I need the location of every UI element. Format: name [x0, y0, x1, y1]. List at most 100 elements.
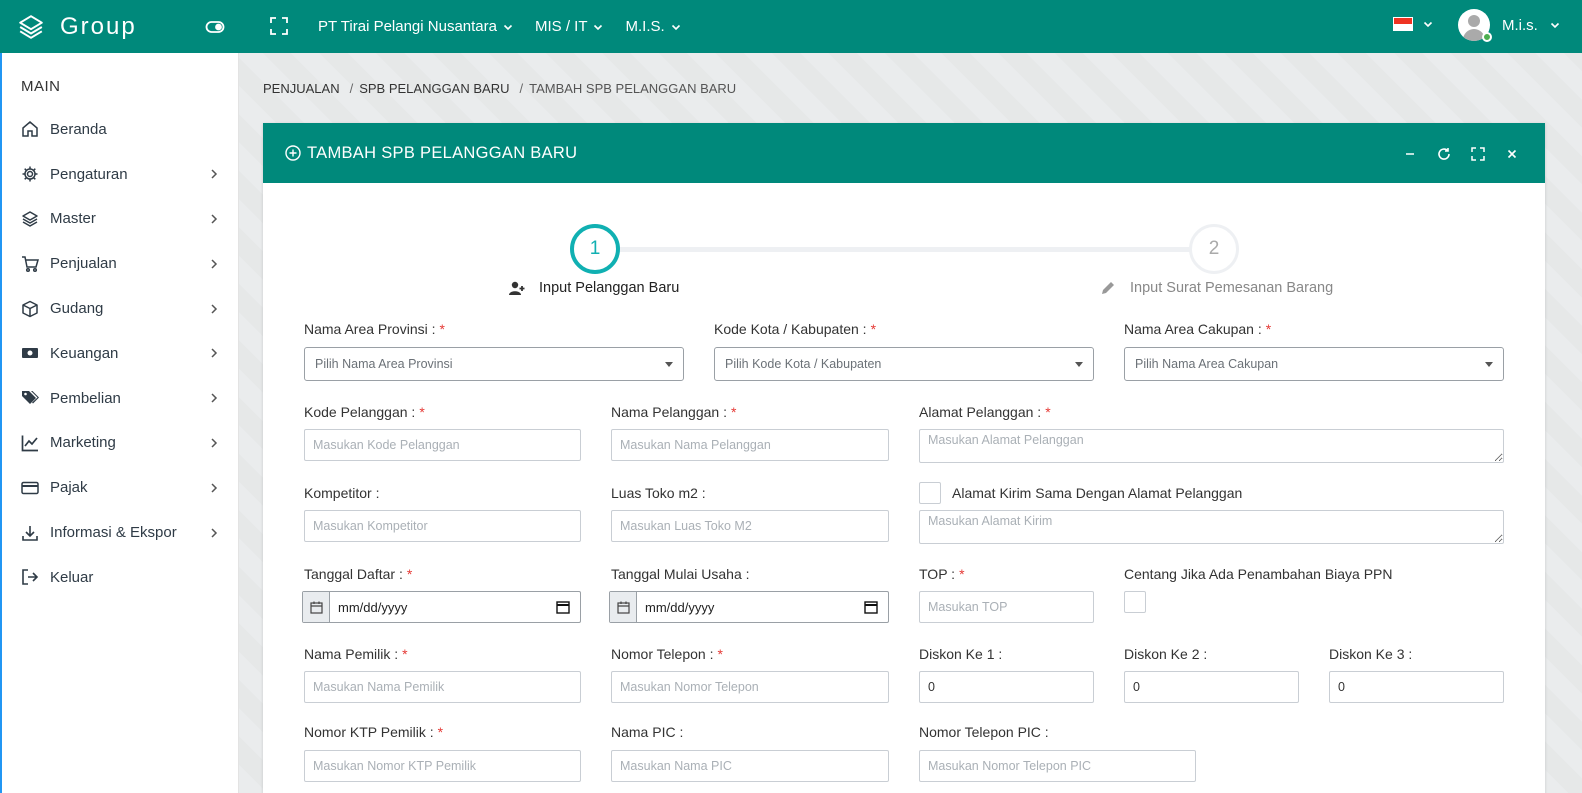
- alamat-kirim-sama-checkbox[interactable]: [919, 482, 941, 504]
- sidebar-item-keluar[interactable]: Keluar: [2, 555, 238, 600]
- division-label: M.I.S.: [625, 18, 665, 35]
- company-dropdown[interactable]: PT Tirai Pelangi Nusantara: [318, 18, 513, 35]
- provinsi-select[interactable]: Pilih Nama Area Provinsi: [304, 347, 684, 381]
- box-icon: [22, 300, 38, 317]
- nomor-telepon-input[interactable]: [611, 671, 889, 703]
- sidebar-item-informasi-ekspor[interactable]: Informasi & Ekspor: [2, 510, 238, 555]
- brand[interactable]: Group: [0, 13, 200, 41]
- wizard-step-2[interactable]: 2: [1189, 224, 1239, 274]
- form-card: TAMBAH SPB PELANGGAN BARU 1 2 Input Pela…: [263, 123, 1545, 793]
- top-input[interactable]: [919, 591, 1094, 623]
- main-content: PENJUALAN / SPB PELANGGAN BARU / TAMBAH …: [239, 53, 1582, 793]
- kode-pelanggan-input[interactable]: [304, 429, 581, 461]
- tags-icon: [22, 391, 39, 405]
- diskon3-input[interactable]: [1329, 671, 1504, 703]
- tanggal-mulai-input[interactable]: mm/dd/yyyy: [609, 591, 889, 623]
- wizard-step-2-text: Input Surat Pemesanan Barang: [1130, 280, 1334, 296]
- chevron-right-icon: [211, 393, 218, 403]
- kompetitor-label: Kompetitor :: [304, 485, 380, 501]
- sidebar-item-keuangan[interactable]: Keuangan: [2, 331, 238, 376]
- ktp-pemilik-input[interactable]: [304, 750, 581, 782]
- kode-pelanggan-label-text: Kode Pelanggan :: [304, 404, 416, 420]
- sidebar-item-pengaturan[interactable]: Pengaturan: [2, 152, 238, 197]
- required-mark: *: [730, 404, 737, 420]
- user-name: M.i.s.: [1502, 16, 1538, 34]
- sidebar-item-label: Keuangan: [50, 344, 119, 362]
- top-menu: PT Tirai Pelangi Nusantara MIS / IT M.I.…: [318, 0, 703, 53]
- layers-icon: [22, 211, 38, 227]
- wizard-step-1-label: Input Pelanggan Baru: [509, 280, 679, 296]
- division-dropdown[interactable]: M.I.S.: [625, 18, 680, 35]
- money-icon: [22, 348, 38, 359]
- breadcrumb-separator: /: [519, 81, 524, 96]
- minimize-icon[interactable]: [1403, 147, 1417, 161]
- kota-label: Kode Kota / Kabupaten : *: [714, 321, 876, 337]
- ppn-checkbox[interactable]: [1124, 591, 1146, 613]
- calendar-addon: [303, 592, 330, 622]
- chevron-right-icon: [211, 214, 218, 224]
- ktp-pemilik-label: Nomor KTP Pemilik : *: [304, 724, 443, 740]
- nama-pic-input[interactable]: [611, 750, 889, 782]
- expand-icon[interactable]: [1471, 147, 1485, 161]
- kota-label-text: Kode Kota / Kabupaten :: [714, 321, 867, 337]
- alamat-pelanggan-label: Alamat Pelanggan : *: [919, 404, 1051, 420]
- chart-line-icon: [21, 435, 38, 452]
- department-label: MIS / IT: [534, 18, 588, 35]
- telepon-pic-input[interactable]: [919, 750, 1196, 782]
- luas-toko-input[interactable]: [611, 510, 889, 542]
- nama-pelanggan-label: Nama Pelanggan : *: [611, 404, 736, 420]
- date-picker-icon[interactable]: [864, 600, 878, 614]
- breadcrumb-item-penjualan[interactable]: PENJUALAN: [263, 81, 340, 96]
- diskon2-input[interactable]: [1124, 671, 1299, 703]
- date-picker-icon[interactable]: [556, 600, 570, 614]
- sidebar-item-pajak[interactable]: Pajak: [2, 465, 238, 510]
- sidebar-item-marketing[interactable]: Marketing: [2, 421, 238, 466]
- required-mark: *: [406, 566, 413, 582]
- chevron-down-icon: [594, 24, 603, 30]
- sidebar-item-pembelian[interactable]: Pembelian: [2, 376, 238, 421]
- tanggal-mulai-label: Tanggal Mulai Usaha :: [611, 566, 750, 582]
- download-icon: [22, 525, 38, 541]
- reload-icon[interactable]: [1437, 147, 1451, 161]
- home-icon: [22, 121, 38, 138]
- close-icon[interactable]: [1505, 147, 1519, 161]
- cakupan-select[interactable]: Pilih Nama Area Cakupan: [1124, 347, 1504, 381]
- sidebar-item-beranda[interactable]: Beranda: [2, 107, 238, 152]
- sidebar-item-label: Master: [50, 210, 96, 228]
- nama-pemilik-input[interactable]: [304, 671, 581, 703]
- brand-name: Group: [60, 12, 137, 40]
- wizard-step-1[interactable]: 1: [570, 224, 620, 274]
- breadcrumb-separator: /: [349, 81, 354, 96]
- language-dropdown[interactable]: [1393, 17, 1433, 31]
- required-mark: *: [870, 321, 877, 337]
- sidebar: MAIN Beranda Pengaturan Master Penjualan…: [0, 53, 239, 793]
- diskon2-label: Diskon Ke 2 :: [1124, 646, 1208, 662]
- nama-pelanggan-label-text: Nama Pelanggan :: [611, 404, 727, 420]
- diskon1-input[interactable]: [919, 671, 1094, 703]
- sidebar-item-master[interactable]: Master: [2, 197, 238, 242]
- top-label: TOP : *: [919, 566, 965, 582]
- alamat-pelanggan-textarea[interactable]: [919, 429, 1504, 463]
- card-header: TAMBAH SPB PELANGGAN BARU: [263, 123, 1545, 183]
- nama-pelanggan-input[interactable]: [611, 429, 889, 461]
- sidebar-item-penjualan[interactable]: Penjualan: [2, 241, 238, 286]
- kota-select[interactable]: Pilih Kode Kota / Kabupaten: [714, 347, 1094, 381]
- breadcrumb-item-spb-pelanggan-baru[interactable]: SPB PELANGGAN BARU: [359, 81, 509, 96]
- sidebar-item-label: Marketing: [50, 434, 116, 452]
- wizard-progress-line: [618, 247, 1213, 252]
- chevron-down-icon: [1550, 22, 1559, 29]
- tanggal-daftar-input[interactable]: mm/dd/yyyy: [302, 591, 581, 623]
- department-dropdown[interactable]: MIS / IT: [535, 18, 604, 35]
- user-menu[interactable]: M.i.s.: [1458, 9, 1560, 41]
- sidebar-item-label: Gudang: [50, 300, 104, 318]
- top-navbar: Group PT Tirai Pelangi Nusantara MIS / I…: [0, 0, 1582, 53]
- sidebar-item-gudang[interactable]: Gudang: [2, 286, 238, 331]
- calendar-icon: [309, 601, 323, 614]
- chevron-down-icon: [503, 24, 513, 30]
- sidebar-item-label: Keluar: [50, 568, 94, 586]
- sidebar-toggle-icon[interactable]: [205, 17, 225, 37]
- kompetitor-input[interactable]: [304, 510, 581, 542]
- fullscreen-icon[interactable]: [270, 17, 288, 35]
- alamat-kirim-textarea[interactable]: [919, 510, 1504, 544]
- ppn-label: Centang Jika Ada Penambahan Biaya PPN: [1124, 566, 1393, 582]
